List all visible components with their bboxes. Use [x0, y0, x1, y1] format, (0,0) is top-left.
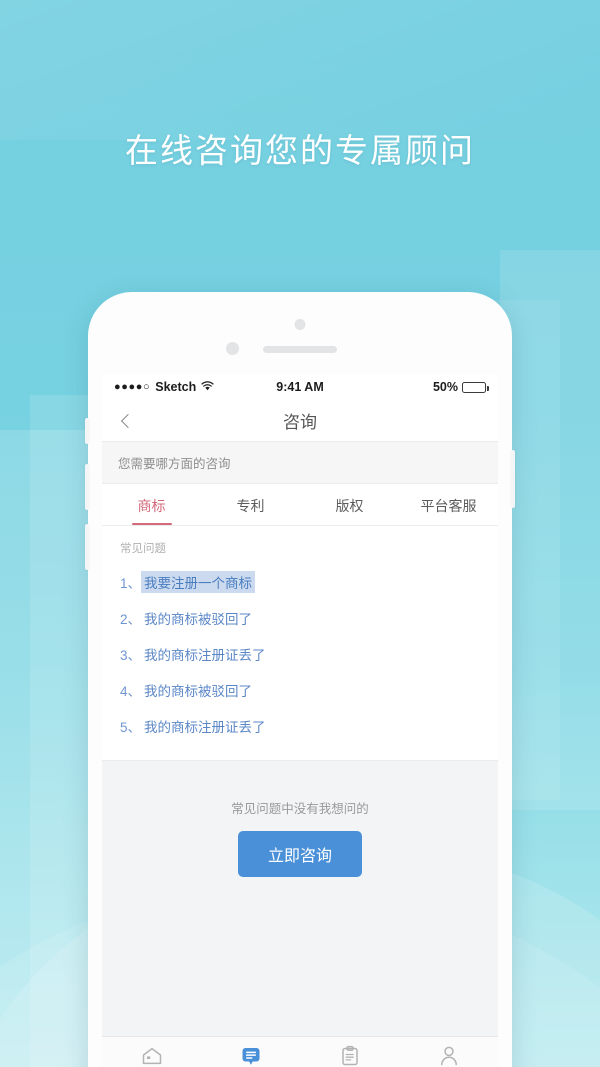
tabbar-item-home[interactable]: 首页	[102, 1044, 201, 1067]
status-time: 9:41 AM	[276, 380, 324, 394]
signal-dots-icon: ●●●●○	[114, 381, 151, 393]
cta-section: 常见问题中没有我想问的 立即咨询	[102, 786, 498, 911]
nav-bar: 咨询	[102, 400, 498, 442]
faq-item-label: 我的商标被驳回了	[144, 612, 253, 627]
phone-screen: ●●●●○ Sketch 9:41 AM 50% 咨询 您需要哪方面的咨询 商标…	[102, 374, 498, 1067]
cta-hint: 常见问题中没有我想问的	[231, 802, 369, 816]
battery-percent-label: 50%	[432, 380, 458, 394]
person-icon	[437, 1044, 461, 1067]
promo-headline: 在线咨询您的专属顾问	[125, 132, 475, 169]
section-subtitle: 您需要哪方面的咨询	[102, 442, 498, 484]
faq-item-number: 2、	[120, 612, 142, 627]
tabbar-item-profile[interactable]: 我的	[399, 1044, 498, 1067]
faq-item-label: 我的商标被驳回了	[144, 684, 253, 699]
faq-item-label: 我要注册一个商标	[141, 571, 256, 593]
carrier-label: Sketch	[155, 380, 197, 394]
faq-item-number: 4、	[120, 684, 142, 699]
chevron-left-icon	[120, 413, 136, 428]
volume-down-button	[85, 524, 89, 570]
silent-switch	[85, 418, 89, 444]
section-divider	[102, 760, 498, 786]
faq-section: 常见问题 1、 我要注册一个商标 2、 我的商标被驳回了 3、 我的商标注册证丢…	[102, 526, 498, 760]
power-button	[511, 450, 515, 508]
faq-item-number: 5、	[120, 720, 142, 735]
faq-item[interactable]: 4、 我的商标被驳回了	[102, 672, 498, 708]
tabbar-item-consult[interactable]: 咨询	[201, 1044, 300, 1067]
earpiece-speaker	[263, 346, 337, 353]
faq-header: 常见问题	[120, 543, 166, 555]
faq-item-label: 我的商标注册证丢了	[144, 648, 266, 663]
wifi-icon	[201, 380, 214, 394]
faq-item-number: 1、	[120, 576, 142, 591]
status-bar: ●●●●○ Sketch 9:41 AM 50%	[102, 374, 498, 400]
faq-item[interactable]: 5、 我的商标注册证丢了	[102, 708, 498, 744]
faq-item-label: 我的商标注册证丢了	[144, 720, 266, 735]
proximity-sensor-icon	[226, 342, 239, 355]
tabbar-item-orders[interactable]: 订单	[300, 1044, 399, 1067]
volume-up-button	[85, 464, 89, 510]
tab-platform-service[interactable]: 平台客服	[399, 484, 498, 525]
front-camera-icon	[294, 319, 306, 330]
faq-item[interactable]: 3、 我的商标注册证丢了	[102, 636, 498, 672]
phone-mockup: ●●●●○ Sketch 9:41 AM 50% 咨询 您需要哪方面的咨询 商标…	[85, 292, 515, 1067]
battery-icon	[462, 381, 489, 393]
faq-item[interactable]: 2、 我的商标被驳回了	[102, 600, 498, 636]
consult-now-button[interactable]: 立即咨询	[237, 831, 362, 877]
clipboard-icon	[338, 1044, 362, 1067]
home-icon	[140, 1044, 164, 1067]
back-button[interactable]	[116, 409, 140, 433]
chat-bubble-icon	[239, 1044, 263, 1067]
faq-item[interactable]: 1、 我要注册一个商标	[102, 564, 498, 600]
category-tabs: 商标 专利 版权 平台客服	[102, 484, 498, 526]
tab-trademark[interactable]: 商标	[102, 484, 201, 525]
bottom-tab-bar: 首页 咨询 订单 我的	[102, 1036, 498, 1067]
content-filler	[102, 911, 498, 1036]
tab-copyright[interactable]: 版权	[300, 484, 399, 525]
faq-item-number: 3、	[120, 648, 142, 663]
tab-patent[interactable]: 专利	[201, 484, 300, 525]
page-title: 咨询	[283, 413, 317, 432]
